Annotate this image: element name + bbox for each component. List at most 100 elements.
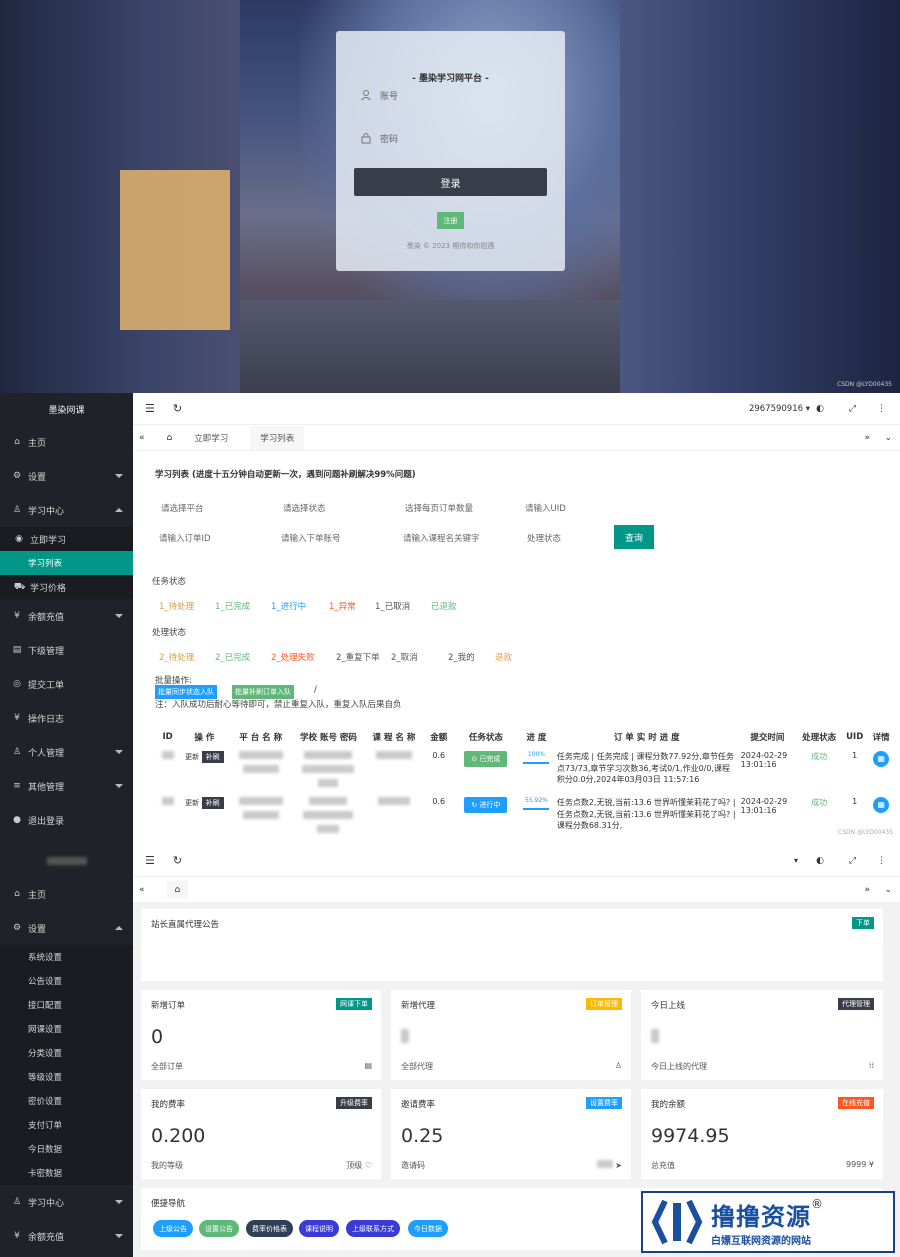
redo-button[interactable]: 补刷	[201, 797, 224, 809]
fullscreen-icon[interactable]: ⤢	[849, 404, 856, 414]
task-status-running[interactable]: 1_进行中	[271, 600, 306, 612]
sidebar-item-recharge[interactable]: ¥ 余额充值	[0, 1219, 133, 1253]
nav-set-notice[interactable]: 设置公告	[199, 1220, 239, 1237]
more-icon[interactable]: ⋮	[877, 856, 886, 866]
sidebar-item-learn-list[interactable]: 学习列表	[0, 551, 133, 575]
nav-today-data[interactable]: 今日数据	[408, 1220, 448, 1237]
sidebar-item-card-data[interactable]: 卡密数据	[0, 1161, 133, 1185]
sidebar-item-learn-price[interactable]: ⛟ 学习价格	[0, 575, 133, 599]
table-row: 更新 补刷 0.6 ⊙ 已完成 100% 任务完成 | 任务完成 | 课程分数7…	[155, 747, 895, 793]
theme-icon[interactable]: ◐	[816, 404, 824, 414]
sidebar-item-system-settings[interactable]: 系统设置	[0, 945, 133, 969]
user-menu[interactable]: 2967590916 ▾	[749, 404, 810, 414]
process-status-pending[interactable]: 2_待处理	[159, 651, 194, 663]
sidebar-item-level-settings[interactable]: 等级设置	[0, 1065, 133, 1089]
sidebar-item-settings[interactable]: ⚙ 设置	[0, 459, 133, 493]
redo-button[interactable]: 补刷	[201, 751, 224, 763]
nav-superior-notice[interactable]: 上级公告	[153, 1220, 193, 1237]
tabs-dropdown-icon[interactable]: ⌄	[884, 433, 892, 443]
detail-icon[interactable]: ▦	[873, 751, 890, 767]
stat-card-my-rate: 我的费率 升级费率 0.200 我的等级 顶级 ♡	[141, 1089, 381, 1179]
task-status-refunded[interactable]: 已退款	[431, 600, 457, 612]
sidebar-item-ticket[interactable]: ◎ 提交工单	[0, 667, 133, 701]
sidebar-item-other[interactable]: ≡ 其他管理	[0, 769, 133, 803]
sidebar-item-recharge[interactable]: ¥ 余额充值	[0, 599, 133, 633]
process-status-duplicate[interactable]: 2_重复下单	[336, 651, 380, 663]
sidebar-item-course-settings[interactable]: 网课设置	[0, 1017, 133, 1041]
login-button[interactable]: 登录	[354, 168, 547, 196]
chevron-down-icon	[115, 1200, 123, 1204]
order-badge[interactable]: 下单	[852, 917, 874, 929]
process-status-failed[interactable]: 2_处理失败	[271, 651, 315, 663]
task-status-error[interactable]: 1_异常	[329, 600, 356, 612]
sidebar-item-pay-orders[interactable]: 支付订单	[0, 1113, 133, 1137]
query-button[interactable]: 查询	[614, 525, 654, 549]
sidebar-item-personal[interactable]: ♙ 个人管理	[0, 735, 133, 769]
tab-learn-now[interactable]: 立即学习	[194, 432, 228, 444]
bulk-redo-button[interactable]: 批量补刷订单入队	[232, 685, 294, 699]
refresh-icon[interactable]: ↻	[173, 402, 182, 415]
fullscreen-icon[interactable]: ⤢	[849, 856, 856, 866]
update-link[interactable]: 更新	[185, 753, 199, 761]
update-link[interactable]: 更新	[185, 799, 199, 807]
order-manage-button[interactable]: 订单管理	[586, 998, 622, 1010]
sidebar-item-subordinate[interactable]: ▤ 下级管理	[0, 633, 133, 667]
uid-input[interactable]: 请输入UID	[525, 502, 566, 514]
sidebar-item-home[interactable]: ⌂ 主页	[0, 877, 133, 911]
status-select[interactable]: 请选择状态	[283, 502, 326, 514]
task-status-cancelled[interactable]: 1_已取消	[375, 600, 410, 612]
nav-course-notes[interactable]: 课程说明	[299, 1220, 339, 1237]
more-icon[interactable]: ⋮	[877, 404, 886, 414]
order-id-input[interactable]: 请输入订单ID	[159, 532, 211, 544]
tabs-next-icon[interactable]: »	[864, 433, 870, 443]
nav-superior-contact[interactable]: 上级联系方式	[346, 1220, 400, 1237]
refresh-icon[interactable]: ↻	[173, 854, 182, 867]
account-input[interactable]: 请输入下单账号	[281, 532, 341, 544]
process-status-refund[interactable]: 退款	[495, 651, 512, 663]
sidebar-item-logs[interactable]: ¥ 操作日志	[0, 701, 133, 735]
platform-select[interactable]: 请选择平台	[161, 502, 204, 514]
sidebar-item-today-data[interactable]: 今日数据	[0, 1137, 133, 1161]
sidebar-item-category-settings[interactable]: 分类设置	[0, 1041, 133, 1065]
detail-icon[interactable]: ▦	[873, 797, 890, 813]
course-keyword-input[interactable]: 请输入课程名关键字	[403, 532, 480, 544]
account-placeholder: 账号	[380, 91, 399, 102]
sidebar-item-api-config[interactable]: 接口配置	[0, 993, 133, 1017]
online-recharge-button[interactable]: 在线充值	[838, 1097, 874, 1109]
process-status-select[interactable]: 处理状态	[527, 532, 561, 544]
home-tab-icon[interactable]: ⌂	[167, 433, 173, 443]
tabs-prev-icon[interactable]: «	[139, 433, 145, 443]
process-status-mine[interactable]: 2_我的	[448, 651, 475, 663]
user-menu-icon[interactable]: ▾	[794, 856, 798, 865]
set-rate-button[interactable]: 设置费率	[586, 1097, 622, 1109]
agent-manage-button[interactable]: 代理管理	[838, 998, 874, 1010]
process-status-cancel[interactable]: 2_取消	[391, 651, 418, 663]
tabs-next-icon[interactable]: »	[864, 885, 870, 895]
process-status-done[interactable]: 2_已完成	[215, 651, 250, 663]
upgrade-rate-button[interactable]: 升级费率	[336, 1097, 372, 1109]
sidebar-item-notice-settings[interactable]: 公告设置	[0, 969, 133, 993]
register-button[interactable]: 注册	[437, 212, 464, 229]
sidebar-item-learning-center[interactable]: ♙ 学习中心	[0, 1185, 133, 1219]
tab-learn-list[interactable]: 学习列表	[250, 425, 305, 450]
home-tab-icon[interactable]: ⌂	[166, 880, 189, 899]
sidebar-item-learn-now[interactable]: ◉ 立即学习	[0, 527, 133, 551]
menu-toggle-icon[interactable]: ☰	[145, 854, 155, 867]
password-field[interactable]: 密码	[360, 126, 545, 150]
page-size-select[interactable]: 选择每页订单数量	[405, 502, 473, 514]
course-order-button[interactable]: 网课下单	[336, 998, 372, 1010]
sidebar-item-home[interactable]: ⌂ 主页	[0, 425, 133, 459]
tabs-dropdown-icon[interactable]: ⌄	[884, 885, 892, 895]
task-status-done[interactable]: 1_已完成	[215, 600, 250, 612]
theme-icon[interactable]: ◐	[816, 856, 824, 866]
sidebar-item-secret-price[interactable]: 密价设置	[0, 1089, 133, 1113]
account-field[interactable]: 账号	[360, 83, 545, 107]
task-status-pending[interactable]: 1_待处理	[159, 600, 194, 612]
sidebar-item-logout[interactable]: ● 退出登录	[0, 803, 133, 837]
sidebar-item-learning-center[interactable]: ♙ 学习中心	[0, 493, 133, 527]
tabs-prev-icon[interactable]: «	[139, 885, 145, 895]
nav-rate-table[interactable]: 费率价格表	[246, 1220, 293, 1237]
sidebar-item-settings[interactable]: ⚙ 设置	[0, 911, 133, 945]
menu-toggle-icon[interactable]: ☰	[145, 402, 155, 415]
bulk-sync-button[interactable]: 批量同步状态入队	[155, 685, 217, 699]
